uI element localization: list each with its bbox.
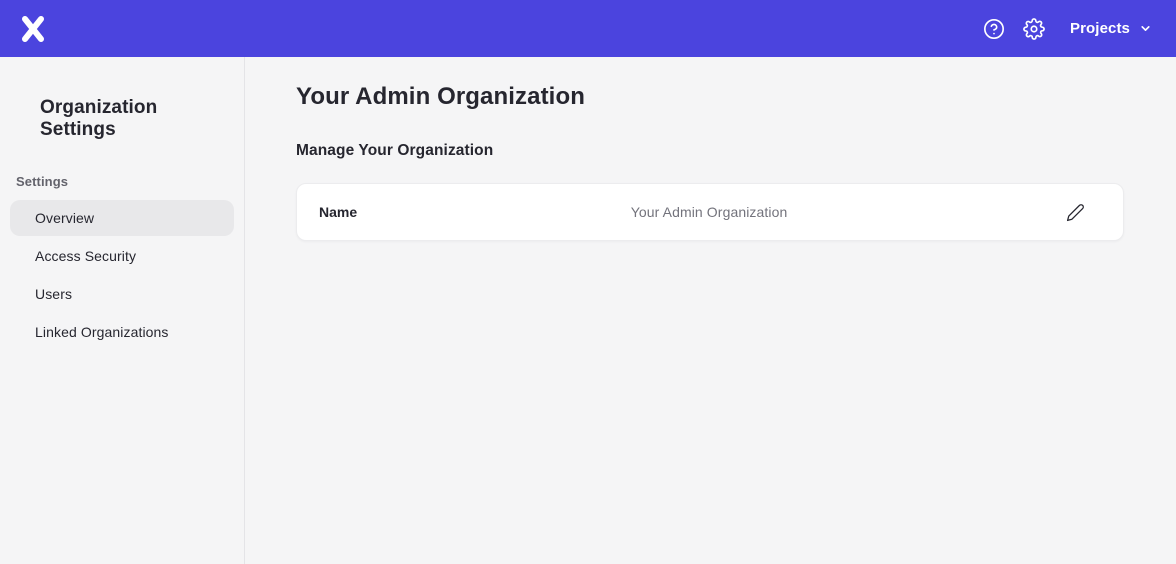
name-field-value: Your Admin Organization: [357, 204, 1061, 220]
pencil-icon: [1066, 203, 1085, 222]
app-window: Projects Organization Settings Settings …: [0, 0, 1176, 564]
sidebar-section-label: Settings: [0, 141, 244, 200]
sidebar-item-label: Overview: [35, 210, 94, 226]
organization-name-card: Name Your Admin Organization: [296, 183, 1124, 241]
name-field-label: Name: [319, 204, 357, 220]
edit-name-button[interactable]: [1061, 198, 1089, 226]
sidebar-item-label: Access Security: [35, 248, 136, 264]
main-content: Your Admin Organization Manage Your Orga…: [246, 57, 1176, 564]
help-button[interactable]: [974, 9, 1014, 49]
sidebar-item-overview[interactable]: Overview: [10, 200, 234, 236]
section-title: Manage Your Organization: [296, 142, 1124, 160]
sidebar-item-users[interactable]: Users: [10, 276, 234, 312]
sidebar-title: Organization Settings: [0, 57, 244, 141]
projects-menu-button[interactable]: Projects: [1068, 14, 1154, 43]
top-navbar: Projects: [0, 0, 1176, 57]
x-logo-icon: [19, 15, 47, 43]
projects-label: Projects: [1070, 20, 1130, 37]
page-title: Your Admin Organization: [296, 83, 1124, 111]
sidebar-item-access-security[interactable]: Access Security: [10, 238, 234, 274]
sidebar-item-label: Linked Organizations: [35, 324, 169, 340]
brand-x-logo[interactable]: [18, 14, 48, 44]
help-circle-icon: [983, 18, 1005, 40]
sidebar-item-label: Users: [35, 286, 72, 302]
chevron-down-icon: [1139, 22, 1152, 35]
settings-button[interactable]: [1014, 9, 1054, 49]
gear-icon: [1023, 18, 1045, 40]
sidebar-item-linked-organizations[interactable]: Linked Organizations: [10, 314, 234, 350]
sidebar: Organization Settings Settings Overview …: [0, 57, 245, 564]
